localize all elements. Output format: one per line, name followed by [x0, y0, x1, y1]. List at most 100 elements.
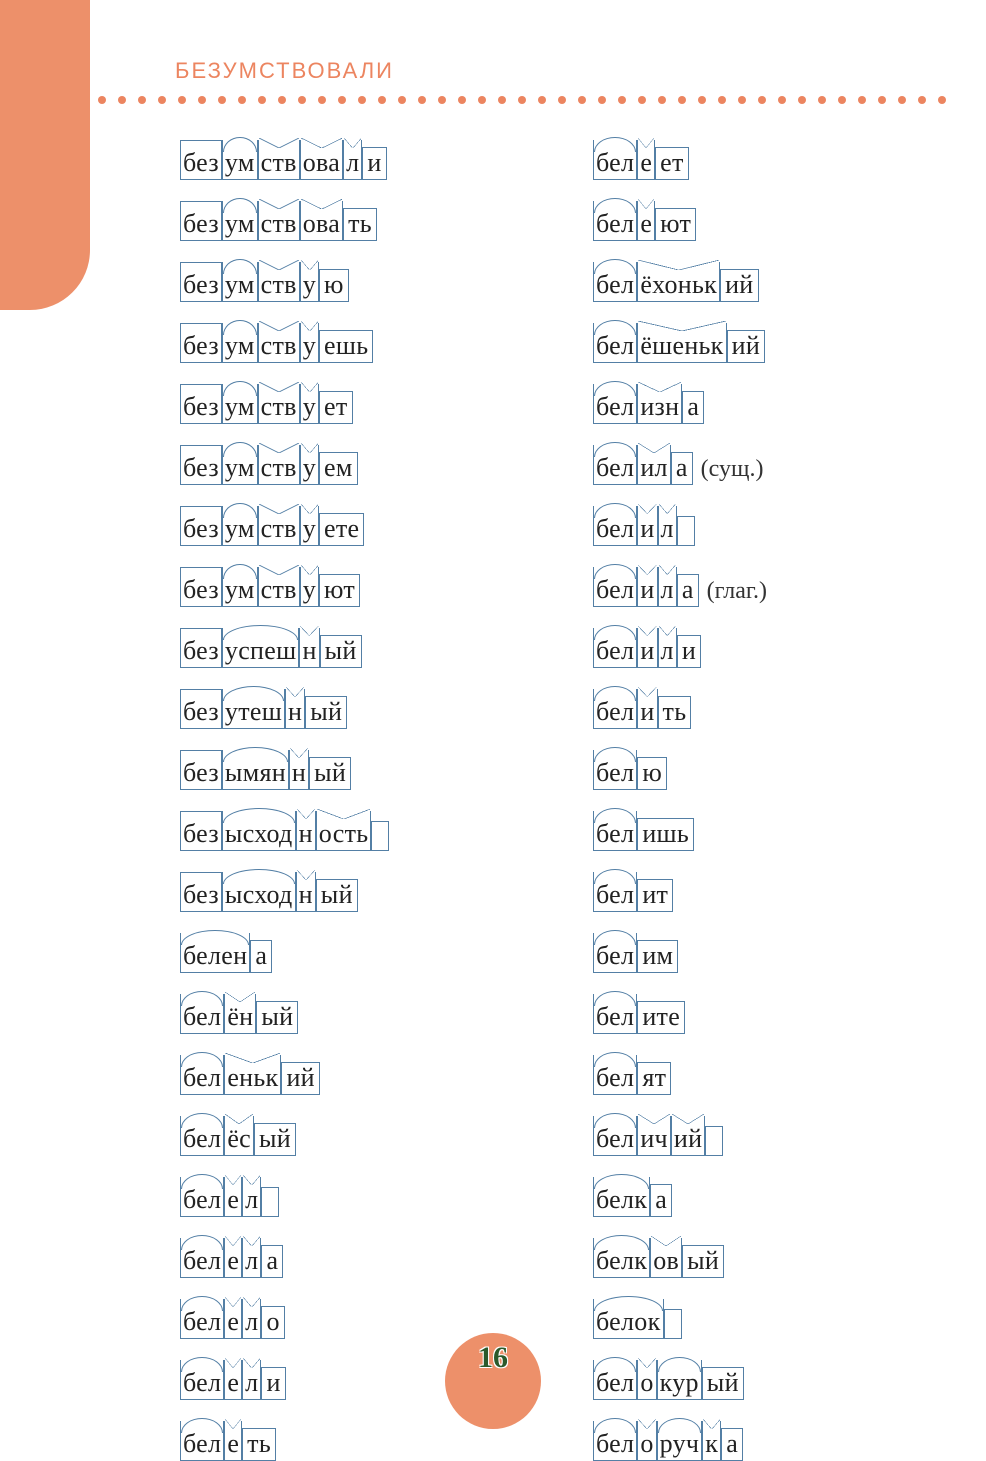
morpheme-root: бел: [593, 506, 637, 546]
word-entry: белила (сущ.): [593, 445, 926, 485]
morpheme-root: бел: [593, 689, 637, 729]
morpheme-root: бел: [593, 1360, 637, 1400]
word-entry: белишь: [593, 811, 926, 851]
dot: [778, 96, 786, 104]
word: белел: [180, 1177, 279, 1217]
morpheme-root: бел: [593, 750, 637, 790]
morpheme-root: бел: [593, 1421, 637, 1461]
morpheme-suffix: л: [658, 628, 677, 668]
morpheme-prefix: без: [180, 323, 222, 363]
dot: [878, 96, 886, 104]
morpheme-root: бел: [593, 445, 637, 485]
pos-annotation: (сущ.): [701, 457, 764, 481]
word-entry: безумствуешь: [180, 323, 513, 363]
word-entry: белена: [180, 933, 513, 973]
morpheme-ending: а: [671, 452, 693, 485]
morpheme-ending: ют: [655, 208, 696, 241]
word: белил: [593, 506, 695, 546]
morpheme-root: бел: [180, 1299, 224, 1339]
morpheme-root: руч: [657, 1421, 703, 1461]
morpheme-suffix: ий: [671, 1116, 705, 1156]
morpheme-ending: и: [362, 147, 386, 180]
morpheme-ending: ет: [655, 147, 689, 180]
morpheme-root: бел: [593, 872, 637, 912]
word-entry: белит: [593, 872, 926, 912]
morpheme-root: бел: [180, 1238, 224, 1278]
dot: [138, 96, 146, 104]
dot: [338, 96, 346, 104]
morpheme-ending: а: [261, 1245, 283, 1278]
morpheme-root: ум: [222, 445, 258, 485]
morpheme-prefix: без: [180, 689, 222, 729]
morpheme-suffix: е: [224, 1299, 242, 1339]
word-column-2: белеетбелеютбелёхонькийбелёшенькийбелизн…: [593, 140, 926, 1461]
morpheme-ending: и: [677, 635, 701, 668]
morpheme-root: белен: [180, 933, 250, 973]
word-entry: белковый: [593, 1238, 926, 1278]
word: белишь: [593, 811, 694, 851]
morpheme-ending: ю: [319, 269, 349, 302]
morpheme-prefix: без: [180, 384, 222, 424]
dot: [738, 96, 746, 104]
morpheme-root: бел: [593, 384, 637, 424]
word-entry: белите: [593, 994, 926, 1034]
morpheme-root: белок: [593, 1299, 664, 1339]
morpheme-suffix: л: [242, 1299, 261, 1339]
dot: [178, 96, 186, 104]
dot: [918, 96, 926, 104]
morpheme-ending: ть: [658, 696, 692, 729]
morpheme-root: бел: [593, 994, 637, 1034]
morpheme-suffix: е: [224, 1360, 242, 1400]
word: безумствуешь: [180, 323, 373, 363]
morpheme-suffix: ич: [637, 1116, 671, 1156]
dot: [518, 96, 526, 104]
word-entry: безумствует: [180, 384, 513, 424]
morpheme-ending: а: [677, 574, 699, 607]
morpheme-prefix: без: [180, 628, 222, 668]
word-entry: белка: [593, 1177, 926, 1217]
morpheme-suffix: ств: [258, 384, 300, 424]
morpheme-suffix: ёс: [224, 1116, 254, 1156]
morpheme-suffix: л: [242, 1238, 261, 1278]
word-entry: беленький: [180, 1055, 513, 1095]
morpheme-suffix: н: [289, 750, 309, 790]
morpheme-suffix: ств: [258, 445, 300, 485]
morpheme-ending: ют: [319, 574, 360, 607]
morpheme-ending: ый: [256, 1001, 298, 1034]
morpheme-suffix: ств: [258, 567, 300, 607]
word: белела: [180, 1238, 283, 1278]
dot: [818, 96, 826, 104]
morpheme-suffix: у: [300, 262, 319, 302]
morpheme-prefix: без: [180, 506, 222, 546]
word-entry: белоручка: [593, 1421, 926, 1461]
morpheme-suffix: и: [637, 689, 657, 729]
morpheme-suffix: и: [637, 506, 657, 546]
morpheme-suffix: е: [224, 1177, 242, 1217]
morpheme-prefix: без: [180, 140, 222, 180]
word: белили: [593, 628, 701, 668]
morpheme-root: бел: [593, 811, 637, 851]
morpheme-root: ум: [222, 567, 258, 607]
word-entry: безумствуете: [180, 506, 513, 546]
dot: [658, 96, 666, 104]
word: белила: [593, 567, 699, 607]
word-entry: белок: [593, 1299, 926, 1339]
page-header: БЕЗУМСТВОВАЛИ: [175, 58, 394, 84]
morpheme-ending: ий: [720, 269, 758, 302]
morpheme-root: бел: [593, 1055, 637, 1095]
morpheme-ending: ий: [281, 1062, 319, 1095]
word: белеют: [593, 201, 696, 241]
morpheme-suffix: е: [637, 201, 655, 241]
morpheme-suffix: н: [285, 689, 305, 729]
morpheme-ending: им: [637, 940, 678, 973]
morpheme-suffix: ил: [637, 445, 671, 485]
dot: [218, 96, 226, 104]
word: белоручка: [593, 1421, 743, 1461]
word: белковый: [593, 1238, 724, 1278]
morpheme-suffix: ова: [300, 140, 343, 180]
word: белила: [593, 445, 693, 485]
dot: [298, 96, 306, 104]
morpheme-suffix: о: [637, 1360, 656, 1400]
morpheme-suffix: о: [637, 1421, 656, 1461]
word-entry: безысходный: [180, 872, 513, 912]
